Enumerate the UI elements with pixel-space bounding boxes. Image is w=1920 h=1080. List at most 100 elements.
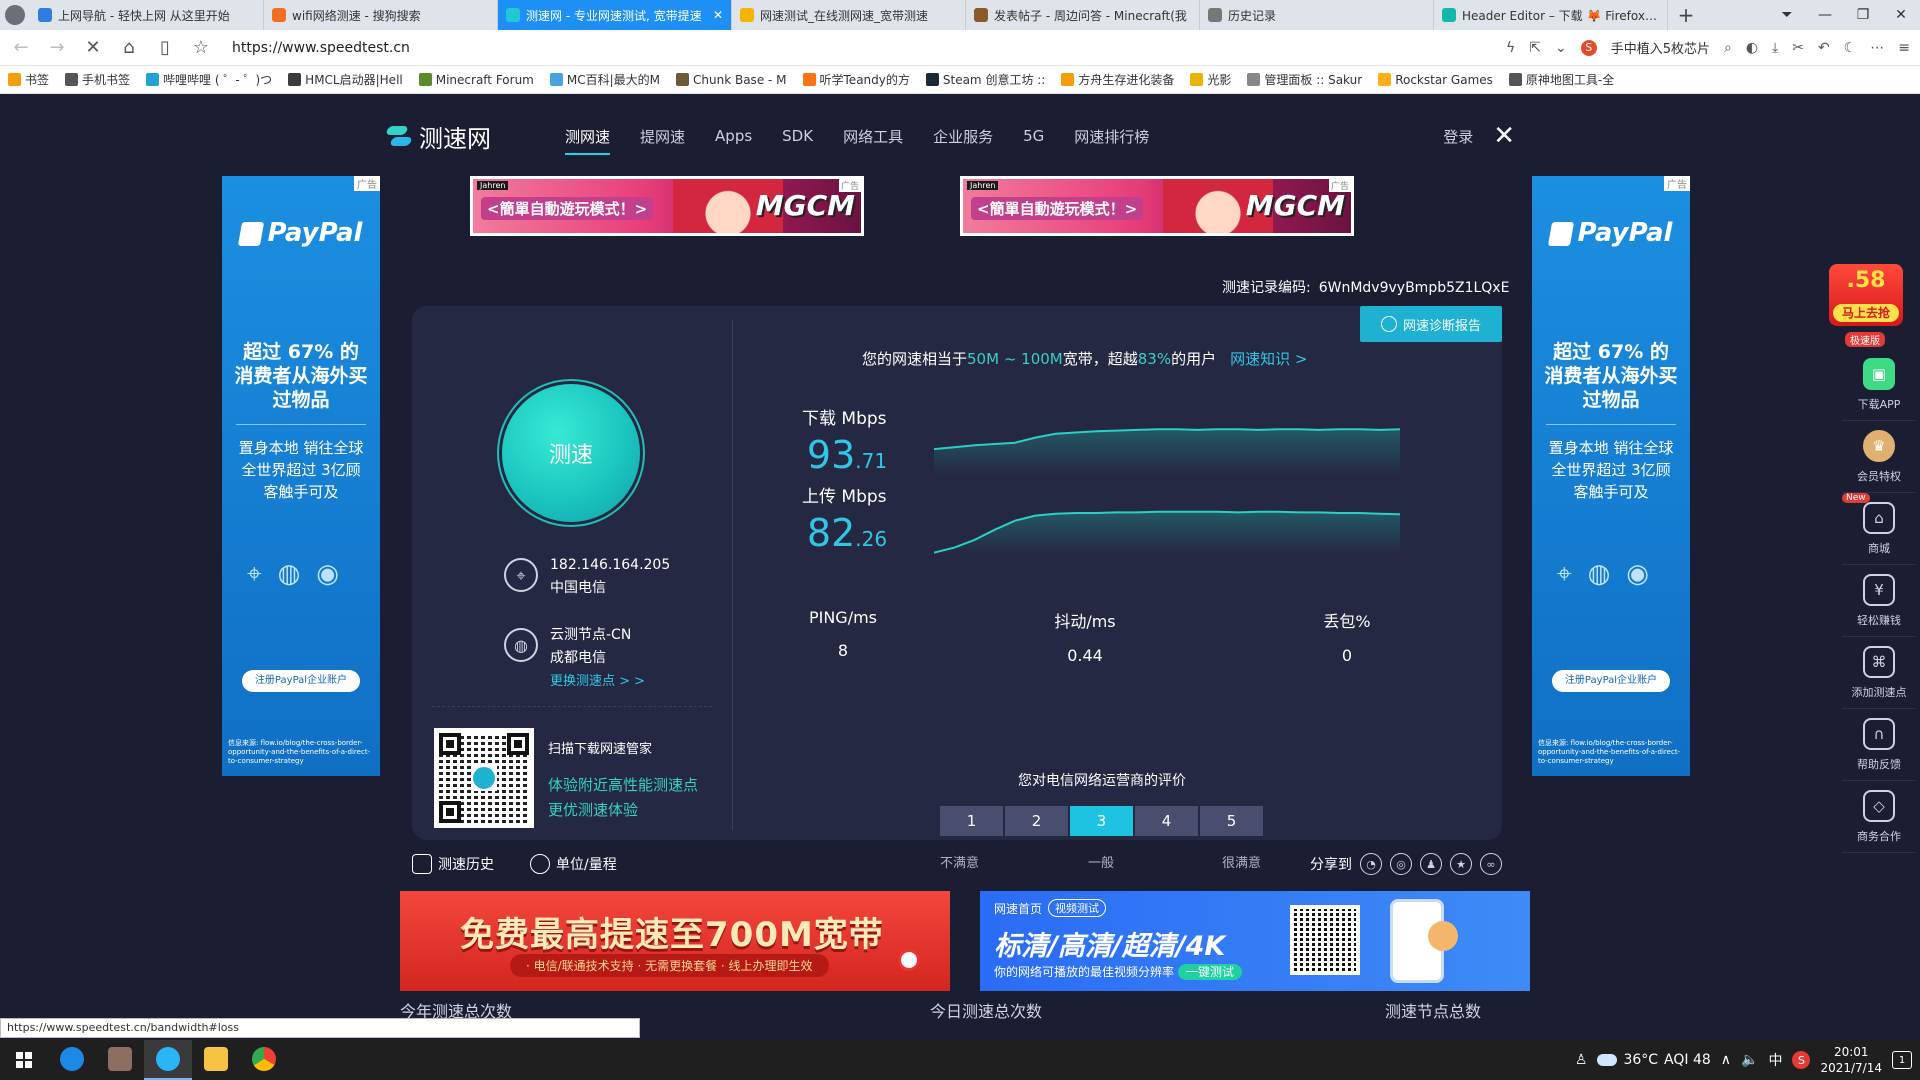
promo-go-button[interactable]: 马上去抢 — [1833, 304, 1899, 322]
browser-tab[interactable]: 上网导航 - 轻快上网 从这里开始 — [30, 0, 264, 30]
search-engine-icon[interactable]: S — [1580, 39, 1597, 56]
bookmark-item[interactable]: MC百科|最大的M — [549, 71, 660, 88]
start-button[interactable] — [0, 1040, 48, 1080]
screenshot-icon[interactable]: ✂ — [1792, 40, 1804, 56]
sogou-ime-icon[interactable]: S — [1792, 1051, 1811, 1069]
volume-icon[interactable]: 🔈 — [1741, 1052, 1758, 1068]
wechat-icon[interactable]: ◔ — [1360, 853, 1382, 875]
rating-option[interactable]: 4 — [1135, 806, 1198, 836]
night-mode-icon[interactable]: ☾ — [1844, 40, 1857, 56]
download-icon[interactable]: ⤓ — [1772, 40, 1778, 56]
bookmark-item[interactable]: 方舟生存进化装备 — [1061, 71, 1174, 88]
bookmark-item[interactable]: 手机书签 — [65, 71, 130, 88]
bookmark-item[interactable]: Minecraft Forum — [418, 73, 534, 87]
rating-option[interactable]: 2 — [1005, 806, 1068, 836]
dropdown-icon[interactable]: ⌄ — [1555, 40, 1567, 56]
taskbar-ie[interactable] — [48, 1040, 96, 1080]
speed-knowledge-link[interactable]: 网速知识 > — [1230, 350, 1307, 368]
close-window-button[interactable]: ✕ — [1882, 7, 1920, 23]
home-button[interactable]: ⌂ — [118, 37, 140, 58]
notification-icon[interactable]: 1 — [1892, 1051, 1912, 1069]
minimize-button[interactable]: — — [1806, 7, 1844, 23]
nav-item[interactable]: 5G — [1023, 127, 1074, 145]
bookmark-item[interactable]: 管理面板 :: Sakur — [1247, 71, 1362, 88]
login-link[interactable]: 登录 — [1443, 126, 1473, 147]
browser-tab[interactable]: Header Editor – 下载 🦊 Firefox 扩 — [1434, 0, 1668, 30]
ad-tag[interactable]: 广告 — [1664, 176, 1690, 191]
ime-indicator[interactable]: 中 — [1768, 1050, 1782, 1070]
new-tab-button[interactable]: + — [1668, 3, 1704, 27]
side-tool-item[interactable]: ▣ 下载APP — [1842, 349, 1916, 421]
tab-close-icon[interactable]: ✕ — [713, 8, 723, 22]
ad-tag[interactable]: 广告 — [1328, 179, 1351, 192]
back-button[interactable]: ← — [10, 37, 32, 58]
paypal-side-ad-left[interactable]: 广告 PayPal 超过 67% 的消费者从海外买过物品 置身本地 销往全球 全… — [222, 176, 380, 776]
nav-item[interactable]: Apps — [715, 127, 782, 145]
qq-icon[interactable]: ♟ — [1420, 853, 1442, 875]
taskbar-browser[interactable] — [144, 1040, 192, 1080]
weather-widget[interactable]: 36°C AQI 48 — [1597, 1052, 1711, 1068]
bookmark-item[interactable]: 光影 — [1190, 71, 1231, 88]
game-banner-ad[interactable]: Jahren <簡單自動遊玩模式！> MGCM 广告 — [470, 176, 864, 236]
side-tool-item[interactable]: ◇ 商务合作 — [1842, 781, 1916, 853]
speedup-ad[interactable]: 免费最高提速至700M宽带 · 电信/联通技术支持 · 无需更换套餐 · 线上办… — [400, 891, 950, 991]
browser-tab[interactable]: 测速网 - 专业网速测试, 宽带提速 ✕ — [498, 0, 732, 30]
game-icon[interactable]: ◐ — [1746, 40, 1758, 56]
reader-icon[interactable]: ▯ — [154, 37, 176, 58]
bookmark-item[interactable]: 听学Teandy的方 — [802, 71, 910, 88]
taskbar-explorer[interactable] — [192, 1040, 240, 1080]
taskbar-chrome[interactable] — [240, 1040, 288, 1080]
menu-icon[interactable]: ≡ — [1898, 40, 1910, 56]
ad-tag[interactable]: 广告 — [354, 176, 380, 191]
nav-item[interactable]: SDK — [782, 127, 843, 145]
nav-item[interactable]: 网络工具 — [843, 126, 933, 147]
side-tool-item[interactable]: ¥ 轻松赚钱 — [1842, 565, 1916, 637]
more-icon[interactable]: ⋯ — [1870, 40, 1884, 56]
side-tool-item[interactable]: ⌘ 添加测速点 — [1842, 637, 1916, 709]
taskbar-game[interactable] — [96, 1040, 144, 1080]
stop-loading-button[interactable]: ✕ — [82, 37, 104, 58]
paypal-side-ad-right[interactable]: 广告 PayPal 超过 67% 的消费者从海外买过物品 置身本地 销往全球 全… — [1532, 176, 1690, 776]
one-click-test-button[interactable]: 一键测试 — [1178, 964, 1243, 980]
link-icon[interactable]: ∞ — [1480, 853, 1502, 875]
start-test-button[interactable]: 测速 — [502, 384, 640, 522]
bookmark-item[interactable]: HMCL启动器|Hell — [288, 71, 403, 88]
nav-item[interactable]: 提网速 — [640, 126, 715, 147]
rating-option[interactable]: 5 — [1200, 806, 1263, 836]
paypal-register-button[interactable]: 注册PayPal企业账户 — [1552, 670, 1670, 692]
side-tool-item[interactable]: ∩ 帮助反馈 — [1842, 709, 1916, 781]
ad-tag[interactable]: 广告 — [838, 179, 861, 192]
pin-window-icon[interactable]: ⏷ — [1768, 7, 1806, 23]
bookmark-item[interactable]: Chunk Base - M — [676, 73, 787, 87]
undo-icon[interactable]: ↶ — [1818, 40, 1830, 56]
qzone-icon[interactable]: ★ — [1450, 853, 1472, 875]
browser-tab[interactable]: 历史记录 — [1200, 0, 1434, 30]
video-test-ad[interactable]: 网速首页 视频测试 标清/高清/超清/4K 你的网络可播放的最佳视频分辨率 一键测试 — [980, 891, 1530, 991]
nav-item[interactable]: 测网速 — [565, 126, 640, 155]
change-node-link[interactable]: 更换测速点 > > — [550, 670, 645, 693]
side-tool-item[interactable]: ♛ 会员特权 — [1842, 421, 1916, 493]
close-icon[interactable]: ✕ — [1493, 121, 1515, 151]
diagnosis-report-button[interactable]: 网速诊断报告 — [1360, 306, 1502, 342]
people-icon[interactable]: ♙ — [1575, 1052, 1588, 1068]
rating-option[interactable]: 1 — [940, 806, 1003, 836]
search-icon[interactable]: ⌕ — [1724, 40, 1732, 56]
promo-widget[interactable]: .58 马上去抢 极速版 — [1825, 254, 1907, 347]
share-page-icon[interactable]: ⇱ — [1529, 40, 1541, 56]
forward-button[interactable]: → — [46, 37, 68, 58]
bookmark-item[interactable]: 哔哩哔哩 ( ゜- ゜)つ — [146, 71, 272, 88]
rating-option[interactable]: 3 — [1070, 806, 1133, 836]
url-field[interactable]: https://www.speedtest.cn — [232, 40, 1492, 56]
search-hint[interactable]: 手中植入5枚芯片 — [1611, 38, 1710, 57]
history-button[interactable]: 测速历史 — [412, 854, 494, 874]
browser-tab[interactable]: 网速测试_在线测网速_宽带测速 — [732, 0, 966, 30]
bookmark-item[interactable]: Rockstar Games — [1378, 73, 1493, 87]
site-logo[interactable]: 测速网 — [385, 119, 565, 154]
restore-button[interactable]: ❐ — [1844, 7, 1882, 23]
nav-item[interactable]: 企业服务 — [933, 126, 1023, 147]
game-banner-ad-2[interactable]: Jahren <簡單自動遊玩模式！> MGCM 广告 — [960, 176, 1354, 236]
nav-item[interactable]: 网速排行榜 — [1074, 126, 1179, 147]
profile-avatar[interactable] — [0, 0, 30, 30]
bookmark-item[interactable]: Steam 创意工坊 :: — [925, 71, 1045, 88]
tray-chevron-icon[interactable]: ∧ — [1721, 1052, 1731, 1068]
